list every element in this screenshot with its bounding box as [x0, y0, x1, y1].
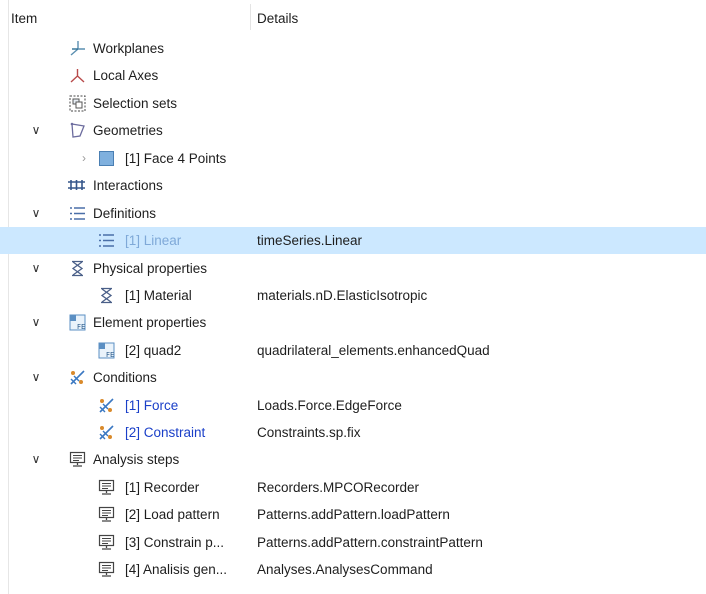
tree-row-details: Loads.Force.EdgeForce — [257, 398, 402, 413]
monitor-icon — [98, 506, 115, 523]
tree-row-label: Geometries — [93, 123, 163, 138]
tree-row-label: Workplanes — [93, 41, 165, 56]
tree-row-label: Definitions — [93, 206, 157, 221]
tree-row-label: Conditions — [93, 370, 157, 385]
expand-chevron-icon[interactable]: ∨ — [29, 315, 43, 329]
hourglass-icon — [69, 260, 86, 277]
tree-row-label: Physical properties — [93, 261, 208, 276]
tree-row-details: quadrilateral_elements.enhancedQuad — [257, 343, 490, 358]
conditions-icon — [98, 397, 115, 414]
tree-header: Item Details — [0, 0, 706, 34]
tree-row-quad2[interactable]: FE [2] quad2 quadrilateral_elements.enha… — [0, 337, 706, 364]
tree-panel: Item Details Workplanes Local Axes Selec… — [0, 0, 706, 594]
selection-sets-icon — [69, 95, 86, 112]
tree-row-label: [1] Face 4 Points — [125, 151, 227, 166]
tree-row-label: [1] Force — [125, 398, 179, 413]
tree-row-material[interactable]: [1] Material materials.nD.ElasticIsotrop… — [0, 282, 706, 309]
monitor-icon — [98, 534, 115, 551]
tree-row-label: Selection sets — [93, 96, 178, 111]
tree-row-details: Patterns.addPattern.loadPattern — [257, 507, 450, 522]
tree-row-linear[interactable]: [1] Linear timeSeries.Linear — [0, 227, 706, 254]
column-separator[interactable] — [250, 4, 251, 30]
tree-row-label: [1] Linear — [125, 233, 182, 248]
monitor-icon — [98, 479, 115, 496]
tree-row-label: [2] Constraint — [125, 425, 206, 440]
tree-row-label: [2] quad2 — [125, 343, 182, 358]
tree-row-constraint[interactable]: [2] Constraint Constraints.sp.fix — [0, 419, 706, 446]
expand-chevron-icon[interactable]: ∨ — [29, 261, 43, 275]
tree-row-details: Constraints.sp.fix — [257, 425, 361, 440]
tree-row-face-4-points[interactable]: › [1] Face 4 Points — [0, 145, 706, 172]
workplanes-icon — [69, 40, 86, 57]
tree-row-constrain-pattern[interactable]: [3] Constrain p... Patterns.addPattern.c… — [0, 529, 706, 556]
monitor-icon — [98, 561, 115, 578]
tree-row-label: Interactions — [93, 178, 163, 193]
list-icon — [69, 205, 86, 222]
tree-row-label: [2] Load pattern — [125, 507, 220, 522]
tree-row-details: Patterns.addPattern.constraintPattern — [257, 535, 483, 550]
svg-text:FE: FE — [106, 351, 114, 359]
tree-row-selection-sets[interactable]: Selection sets — [0, 90, 706, 117]
tree-row-label: Analysis steps — [93, 452, 180, 467]
tree-row-definitions[interactable]: ∨ Definitions — [0, 200, 706, 227]
tree-row-analysis-steps[interactable]: ∨ Analysis steps — [0, 446, 706, 473]
face-icon — [98, 150, 115, 167]
tree-row-element-properties[interactable]: ∨ FE Element properties — [0, 309, 706, 336]
tree-row-label: [1] Material — [125, 288, 192, 303]
tree-row-load-pattern[interactable]: [2] Load pattern Patterns.addPattern.loa… — [0, 501, 706, 528]
tree-row-geometries[interactable]: ∨ Geometries — [0, 117, 706, 144]
tree-row-label: [3] Constrain p... — [125, 535, 225, 550]
tree-row-conditions[interactable]: ∨ Conditions — [0, 364, 706, 391]
column-header-details[interactable]: Details — [257, 11, 298, 26]
conditions-icon — [98, 424, 115, 441]
tree-row-label: Element properties — [93, 315, 207, 330]
expand-chevron-icon[interactable]: › — [77, 151, 91, 165]
tree-row-label: [4] Analisis gen... — [125, 562, 228, 577]
element-properties-icon: FE — [98, 342, 115, 359]
local-axes-icon — [69, 67, 86, 84]
column-header-item[interactable]: Item — [11, 11, 37, 26]
tree-row-interactions[interactable]: Interactions — [0, 172, 706, 199]
monitor-icon — [69, 451, 86, 468]
expand-chevron-icon[interactable]: ∨ — [29, 370, 43, 384]
svg-text:FE: FE — [77, 323, 85, 331]
expand-chevron-icon[interactable]: ∨ — [29, 452, 43, 466]
list-icon — [98, 232, 115, 249]
hourglass-icon — [98, 287, 115, 304]
tree-row-details: Analyses.AnalysesCommand — [257, 562, 433, 577]
conditions-icon — [69, 369, 86, 386]
tree-row-analysis-gen[interactable]: [4] Analisis gen... Analyses.AnalysesCom… — [0, 556, 706, 583]
tree-row-physical-properties[interactable]: ∨ Physical properties — [0, 255, 706, 282]
tree-row-recorder[interactable]: [1] Recorder Recorders.MPCORecorder — [0, 474, 706, 501]
interactions-icon — [67, 177, 85, 194]
tree-row-details: materials.nD.ElasticIsotropic — [257, 288, 428, 303]
expand-chevron-icon[interactable]: ∨ — [29, 123, 43, 137]
tree-row-details: timeSeries.Linear — [257, 233, 363, 248]
tree-row-label: [1] Recorder — [125, 480, 200, 495]
element-properties-icon: FE — [69, 314, 86, 331]
tree-row-details: Recorders.MPCORecorder — [257, 480, 420, 495]
tree-row-workplanes[interactable]: Workplanes — [0, 35, 706, 62]
expand-chevron-icon[interactable]: ∨ — [29, 206, 43, 220]
tree-row-local-axes[interactable]: Local Axes — [0, 62, 706, 89]
geometries-icon — [69, 122, 86, 139]
tree-row-label: Local Axes — [93, 68, 159, 83]
tree-row-force[interactable]: [1] Force Loads.Force.EdgeForce — [0, 392, 706, 419]
